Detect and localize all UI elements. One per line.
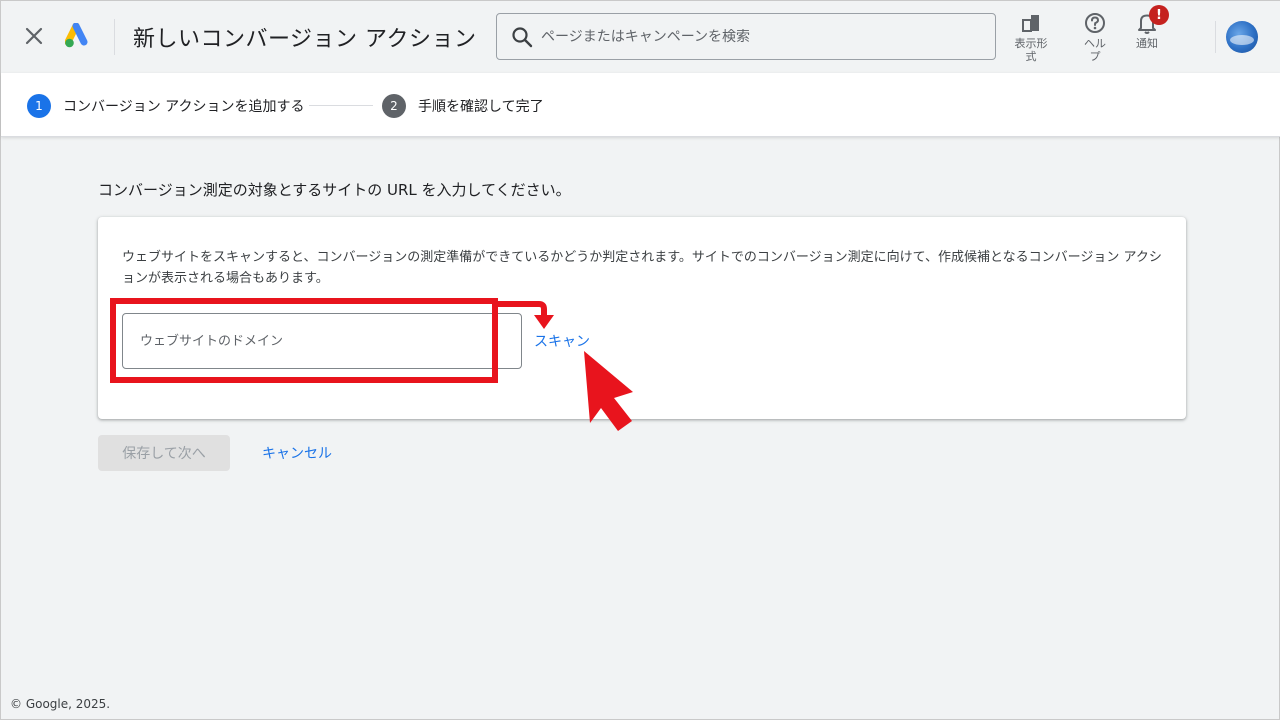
page: 新しいコンバージョン アクション 表示形 式 bbox=[0, 0, 1280, 720]
help-label: ヘル プ bbox=[1084, 37, 1106, 63]
stepper: 1 コンバージョン アクションを追加する 2 手順を確認して完了 bbox=[1, 73, 1280, 137]
copyright-footer: © Google, 2025. bbox=[10, 697, 111, 711]
step-1-label: コンバージョン アクションを追加する bbox=[63, 99, 305, 115]
display-format-icon bbox=[1007, 11, 1055, 35]
search-icon bbox=[511, 26, 533, 48]
top-bar: 新しいコンバージョン アクション 表示形 式 bbox=[1, 1, 1280, 73]
notification-badge: ! bbox=[1149, 5, 1169, 25]
scan-card: ウェブサイトをスキャンすると、コンバージョンの測定準備ができているかどうか判定さ… bbox=[98, 217, 1186, 419]
help-icon bbox=[1071, 11, 1119, 35]
avatar[interactable] bbox=[1226, 21, 1258, 53]
scan-button[interactable]: スキャン bbox=[534, 331, 590, 351]
help-button[interactable]: ヘル プ bbox=[1071, 11, 1119, 63]
step-2-label: 手順を確認して完了 bbox=[418, 99, 544, 115]
instruction-text: コンバージョン測定の対象とするサイトの URL を入力してください。 bbox=[98, 181, 571, 199]
step-1-circle: 1 bbox=[27, 94, 51, 118]
title-divider bbox=[114, 19, 115, 55]
display-format-button[interactable]: 表示形 式 bbox=[1007, 11, 1055, 63]
website-domain-input[interactable] bbox=[122, 313, 522, 369]
card-description: ウェブサイトをスキャンすると、コンバージョンの測定準備ができているかどうか判定さ… bbox=[122, 250, 1162, 286]
page-title: 新しいコンバージョン アクション bbox=[133, 27, 477, 52]
search-box[interactable] bbox=[496, 13, 996, 60]
save-and-next-button[interactable]: 保存して次へ bbox=[98, 435, 230, 471]
toolbar-divider bbox=[1215, 21, 1216, 53]
step-connector bbox=[309, 105, 373, 106]
step-2-circle: 2 bbox=[382, 94, 406, 118]
close-icon bbox=[25, 27, 43, 45]
display-format-label: 表示形 式 bbox=[1014, 37, 1048, 63]
cancel-button[interactable]: キャンセル bbox=[249, 435, 345, 471]
notifications-label: 通知 bbox=[1136, 37, 1158, 50]
close-button[interactable] bbox=[21, 23, 47, 49]
search-input[interactable] bbox=[541, 28, 961, 45]
google-ads-logo-icon bbox=[65, 23, 88, 48]
